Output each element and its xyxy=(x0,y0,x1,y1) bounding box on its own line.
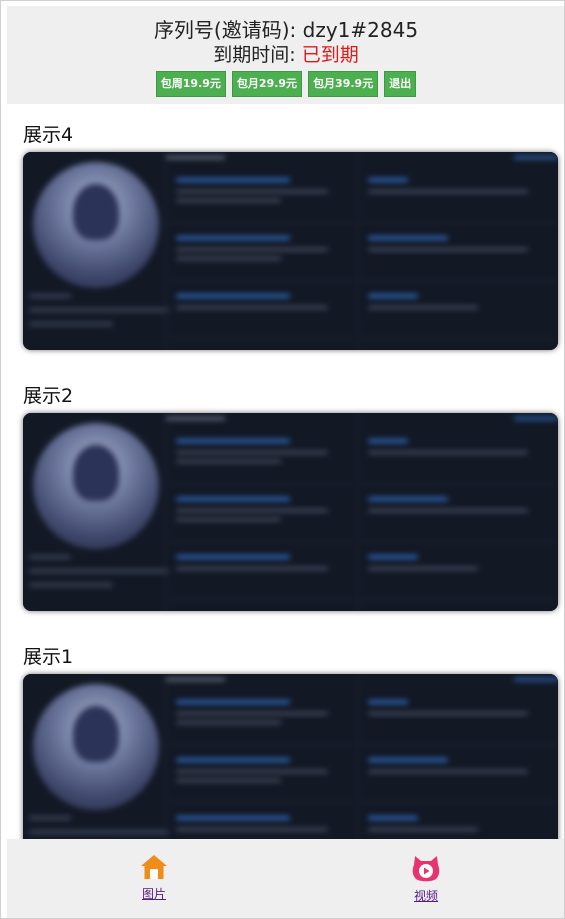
serial-label: 序列号(邀请码): dzy1#2845 xyxy=(153,18,419,42)
weekly-plan-button[interactable]: 包周19.9元 xyxy=(155,71,226,97)
showcase-image[interactable] xyxy=(23,413,558,611)
monthly-plan-button-39[interactable]: 包月39.9元 xyxy=(308,71,379,97)
avatar xyxy=(33,423,159,549)
bottom-tab-bar: 图片 视频 xyxy=(7,839,564,918)
expiry-row: 到期时间: 已到期 xyxy=(7,44,564,67)
section-title: 展示1 xyxy=(23,646,74,668)
tab-videos[interactable]: 视频 xyxy=(396,853,456,904)
avatar xyxy=(33,162,159,288)
plan-buttons: 包周19.9元 包月29.9元 包月39.9元 退出 xyxy=(7,71,564,97)
logout-button[interactable]: 退出 xyxy=(384,71,417,97)
section-title: 展示4 xyxy=(23,124,74,146)
monthly-plan-button-29[interactable]: 包月29.9元 xyxy=(231,71,303,97)
blurred-dashboard xyxy=(23,152,558,350)
expiry-status: 已到期 xyxy=(301,44,359,66)
section-title: 展示2 xyxy=(23,385,74,407)
tab-images[interactable]: 图片 xyxy=(124,853,184,902)
home-icon xyxy=(141,855,167,879)
showcase-image[interactable] xyxy=(23,152,558,350)
content-area[interactable]: 展示4 展示2 展示1 xyxy=(1,104,564,839)
video-icon xyxy=(412,856,440,882)
header-panel: 序列号(邀请码): dzy1#2845 到期时间: 已到期 包周19.9元 包月… xyxy=(7,6,564,104)
showcase-image[interactable] xyxy=(23,674,558,839)
tab-label[interactable]: 图片 xyxy=(124,885,184,902)
blurred-dashboard xyxy=(23,413,558,611)
tab-label[interactable]: 视频 xyxy=(396,887,456,904)
avatar xyxy=(33,684,159,810)
expiry-label: 到期时间: xyxy=(213,44,302,66)
app-frame: 序列号(邀请码): dzy1#2845 到期时间: 已到期 包周19.9元 包月… xyxy=(0,0,565,919)
blurred-dashboard xyxy=(23,674,558,839)
